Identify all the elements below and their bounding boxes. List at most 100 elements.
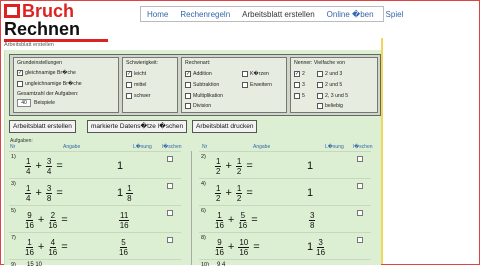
delete-checkbox[interactable] xyxy=(357,183,363,189)
checkbox-nenner-5[interactable] xyxy=(294,93,300,99)
header-angabe-right: Angabe xyxy=(253,144,271,150)
fraction-a: 14 xyxy=(25,184,32,203)
option-subtraktion[interactable]: Subtraktion xyxy=(185,82,219,88)
equals-sign: = xyxy=(61,214,68,226)
checkbox-ungleichnamig[interactable] xyxy=(17,81,23,87)
denominator: 16 xyxy=(25,247,34,257)
denominator: 4 xyxy=(46,166,52,176)
option-nenner-2-3-5[interactable]: 2, 3 und 5 xyxy=(317,93,348,99)
delete-checkbox[interactable] xyxy=(357,210,363,216)
equals-sign: = xyxy=(56,160,63,172)
checkbox-subtraktion[interactable] xyxy=(185,82,191,88)
nav-home[interactable]: Home xyxy=(141,10,174,19)
exercise-row: 6) 1 16 +5 16 = 3 8 xyxy=(199,205,371,233)
option-gleichnamig[interactable]: gleichnamige Br�che xyxy=(17,70,76,76)
checkbox-nenner-2-3-5[interactable] xyxy=(317,93,323,99)
numerator: 11 xyxy=(119,210,130,221)
option-nenner-2-3[interactable]: 2 und 3 xyxy=(317,71,342,77)
checkbox-nenner-beliebig[interactable] xyxy=(317,103,323,109)
create-worksheet-button[interactable]: Arbeitsblatt erstellen xyxy=(9,120,76,133)
checkbox-addition[interactable] xyxy=(185,71,191,77)
fraction-b: 34 xyxy=(45,157,53,176)
fraction-a: 9 16 xyxy=(215,238,224,257)
numerator: 3 xyxy=(309,210,316,221)
nav-online-ueben[interactable]: Online �ben xyxy=(321,10,380,19)
logo-text-bruch: Bruch xyxy=(22,1,75,21)
exercise-row: 5) 9 16 +2 16 = 11 16 xyxy=(9,205,181,233)
exercise-row: 3) 1 4 +3 8 = 1 1 8 xyxy=(9,178,181,206)
checkbox-nenner-2-3[interactable] xyxy=(317,71,323,77)
side-accent xyxy=(381,38,383,264)
numerator: 1 xyxy=(215,183,222,194)
option-nenner-2[interactable]: 2 xyxy=(294,71,305,77)
plus-sign: + xyxy=(225,187,232,199)
option-mittel[interactable]: mittel xyxy=(126,82,146,88)
numerator: 1 xyxy=(216,210,223,221)
print-worksheet-button[interactable]: Arbeitsblatt drucken xyxy=(192,120,258,133)
option-division[interactable]: Division xyxy=(185,103,211,109)
exercise-number: 2) xyxy=(201,154,206,160)
numerator: 1 xyxy=(235,183,243,194)
checkbox-multiplikation[interactable] xyxy=(185,93,191,99)
label-gleichnamig: gleichnamige Br�che xyxy=(25,70,76,76)
plus-sign: + xyxy=(35,160,42,172)
fraction-a: 1 16 xyxy=(215,211,224,230)
label-erweitern: Erweitern xyxy=(250,82,272,88)
option-nenner-2-5[interactable]: 2 und 5 xyxy=(317,82,342,88)
nav-spiel[interactable]: Spiel xyxy=(380,10,410,19)
checkbox-schwer[interactable] xyxy=(126,93,132,99)
delete-marked-button[interactable]: markierte Datens�tze l�schen xyxy=(87,120,188,133)
numerator: 1 xyxy=(126,183,133,194)
numerator: 5 xyxy=(239,210,247,221)
numerator: 9 xyxy=(216,237,223,248)
option-nenner-beliebig[interactable]: beliebig xyxy=(317,103,343,109)
option-kuerzen[interactable]: K�rzen xyxy=(242,71,269,77)
numerator: 4 xyxy=(49,237,57,248)
checkbox-nenner-2-5[interactable] xyxy=(317,82,323,88)
label-addition: Addition xyxy=(193,71,212,77)
fraction-a: 12 xyxy=(215,183,222,203)
option-nenner-5[interactable]: 5 xyxy=(294,93,305,99)
option-erweitern[interactable]: Erweitern xyxy=(242,82,272,88)
option-schwer[interactable]: schwer xyxy=(126,93,150,99)
option-nenner-3[interactable]: 3 xyxy=(294,82,305,88)
checkbox-nenner-2[interactable] xyxy=(294,71,300,77)
solution-whole: 1 xyxy=(307,241,314,253)
delete-checkbox[interactable] xyxy=(357,237,363,243)
checkbox-erweitern[interactable] xyxy=(242,82,248,88)
solution-whole: 1 xyxy=(117,187,124,199)
plus-sign: + xyxy=(37,214,45,226)
nav-arbeitsblatt[interactable]: Arbeitsblatt erstellen xyxy=(236,10,320,19)
checkbox-division[interactable] xyxy=(185,103,191,109)
fraction-b: 12 xyxy=(235,183,243,203)
checkbox-kuerzen[interactable] xyxy=(242,71,248,77)
logo-icon xyxy=(4,4,20,18)
denominator: 16 xyxy=(215,220,224,230)
checkbox-leicht[interactable] xyxy=(126,71,132,77)
logo[interactable]: Bruch Rechnen xyxy=(4,1,108,42)
exercise-solution: 1 xyxy=(117,155,124,177)
count-unit: Beispiele xyxy=(34,100,56,106)
checkbox-nenner-3[interactable] xyxy=(294,82,300,88)
delete-checkbox[interactable] xyxy=(167,210,173,216)
option-multiplikation[interactable]: Multiplikation xyxy=(185,93,223,99)
plus-sign: + xyxy=(37,241,45,253)
nenner-title: Nenner: Vielfache von xyxy=(294,60,345,66)
option-leicht[interactable]: leicht xyxy=(126,71,146,77)
delete-checkbox[interactable] xyxy=(167,237,173,243)
nav-rechenregeln[interactable]: Rechenregeln xyxy=(174,10,236,19)
checkbox-gleichnamig[interactable] xyxy=(17,70,23,76)
label-nenner-5: 5 xyxy=(302,93,305,99)
delete-checkbox[interactable] xyxy=(167,156,173,162)
delete-checkbox[interactable] xyxy=(357,156,363,162)
option-ungleichnamig[interactable]: ungleichnamige Br�che xyxy=(17,81,82,87)
plus-sign: + xyxy=(227,214,235,226)
count-input[interactable]: 40 xyxy=(17,99,31,107)
option-addition[interactable]: Addition xyxy=(185,71,212,77)
solution-fraction: 11 16 xyxy=(119,210,130,230)
checkbox-mittel[interactable] xyxy=(126,82,132,88)
exercise-expression: 1 16 +5 16 = xyxy=(213,209,260,231)
exercise-solution: 118 xyxy=(117,182,135,204)
solution-whole: 1 xyxy=(117,160,124,172)
delete-checkbox[interactable] xyxy=(167,183,173,189)
